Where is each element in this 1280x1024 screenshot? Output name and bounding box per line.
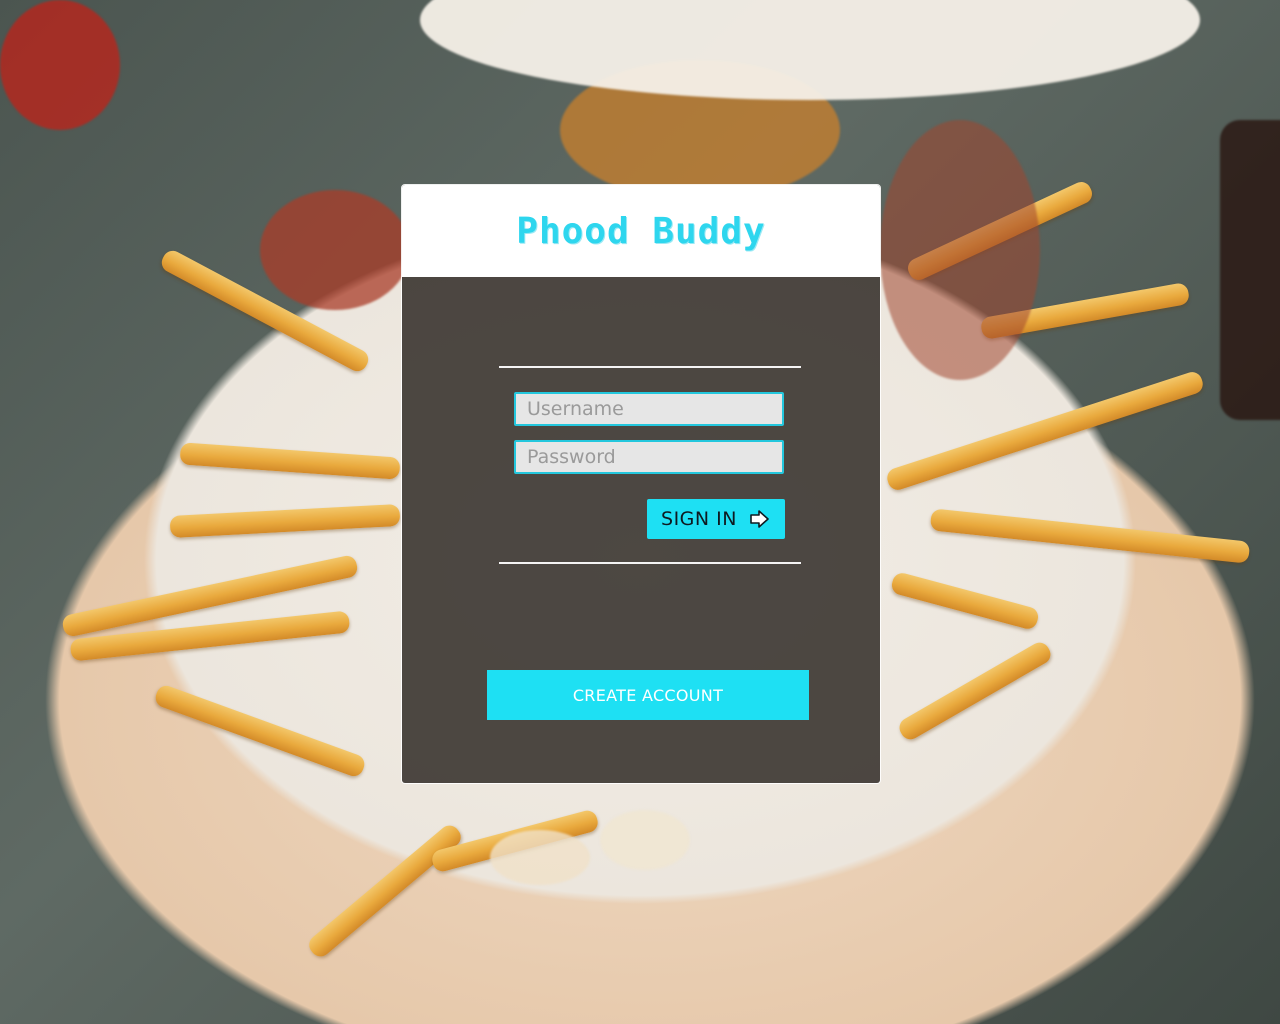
arrow-right-outline-icon: [749, 508, 771, 530]
bottom-divider: [499, 562, 801, 564]
card-header: Phood Buddy: [402, 185, 880, 277]
login-card: Phood Buddy SIGN IN CREATE ACCOUNT: [401, 184, 881, 784]
sign-in-button[interactable]: SIGN IN: [647, 499, 785, 539]
login-form: SIGN IN CREATE ACCOUNT: [402, 277, 880, 783]
app-title: Phood Buddy: [516, 210, 766, 252]
top-divider: [499, 366, 801, 368]
password-input[interactable]: [514, 440, 784, 474]
username-input[interactable]: [514, 392, 784, 426]
create-account-button[interactable]: CREATE ACCOUNT: [487, 670, 809, 720]
sign-in-label: SIGN IN: [661, 508, 737, 530]
